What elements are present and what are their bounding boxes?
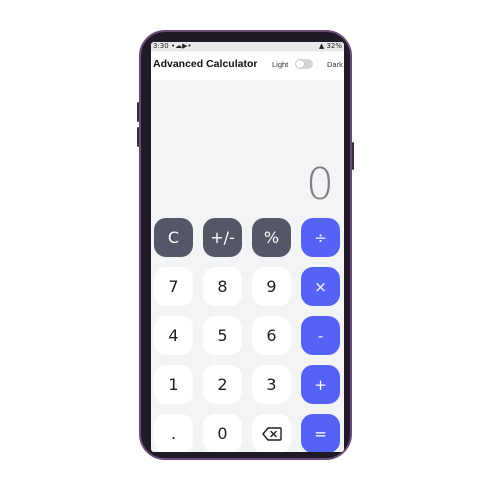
volume-button-lower <box>137 127 139 147</box>
equals-button[interactable]: = <box>301 414 340 452</box>
phone-frame: 3:30 •☁▶• ▲ 32% Advanced Calculator Ligh… <box>137 30 354 460</box>
digit-5-button[interactable]: 5 <box>203 316 242 355</box>
notification-icons: •☁▶• <box>170 42 192 50</box>
signal-icon: ▲ <box>318 42 325 50</box>
backspace-icon <box>261 426 282 441</box>
app-screen: 3:30 •☁▶• ▲ 32% Advanced Calculator Ligh… <box>151 42 344 452</box>
divide-button[interactable]: ÷ <box>301 218 340 257</box>
multiply-button[interactable]: × <box>301 267 340 306</box>
light-label: Light <box>272 60 289 69</box>
digit-6-button[interactable]: 6 <box>252 316 291 355</box>
digit-3-button[interactable]: 3 <box>252 365 291 404</box>
status-bar: 3:30 •☁▶• ▲ 32% <box>151 42 344 51</box>
backspace-button[interactable] <box>252 414 291 452</box>
percent-button[interactable]: % <box>252 218 291 257</box>
app-title: Advanced Calculator <box>153 58 258 70</box>
volume-button <box>137 102 139 122</box>
power-button <box>352 142 354 170</box>
toggle-knob <box>296 60 304 68</box>
theme-toggle[interactable] <box>295 59 313 69</box>
digit-4-button[interactable]: 4 <box>154 316 193 355</box>
battery-level: 32% <box>326 42 342 50</box>
digit-7-button[interactable]: 7 <box>154 267 193 306</box>
digit-0-button[interactable]: 0 <box>203 414 242 452</box>
digit-2-button[interactable]: 2 <box>203 365 242 404</box>
status-time: 3:30 <box>153 42 169 50</box>
add-button[interactable]: + <box>301 365 340 404</box>
subtract-button[interactable]: - <box>301 316 340 355</box>
decimal-button[interactable]: . <box>154 414 193 452</box>
app-header: Advanced Calculator Light Dark <box>151 52 344 80</box>
dark-label: Dark <box>327 60 343 69</box>
digit-1-button[interactable]: 1 <box>154 365 193 404</box>
digit-9-button[interactable]: 9 <box>252 267 291 306</box>
clear-button[interactable]: C <box>154 218 193 257</box>
result-display: 0 <box>306 159 334 210</box>
digit-8-button[interactable]: 8 <box>203 267 242 306</box>
sign-toggle-button[interactable]: +/- <box>203 218 242 257</box>
